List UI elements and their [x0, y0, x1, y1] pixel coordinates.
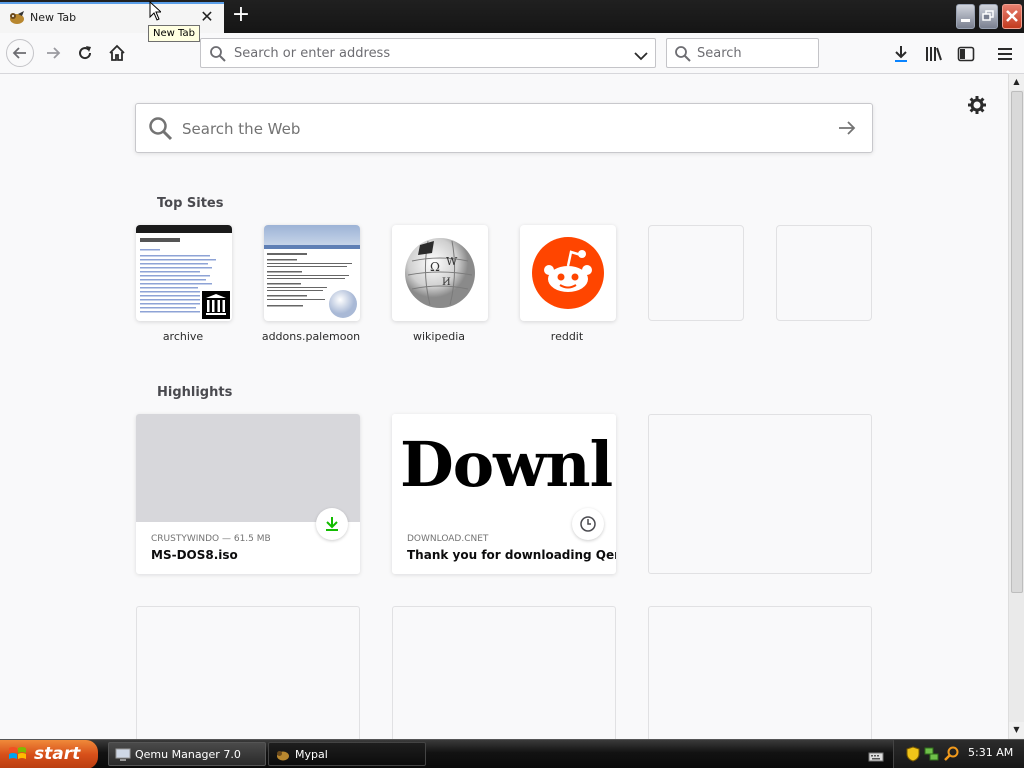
wikipedia-globe-icon: Ω W И — [402, 235, 478, 315]
archive-logo-icon — [200, 289, 232, 321]
forward-icon[interactable] — [40, 40, 66, 66]
highlight-title: Thank you for downloading Qem... — [407, 548, 616, 562]
window-restore-button[interactable] — [979, 4, 998, 29]
scrollbar-thumb[interactable] — [1011, 91, 1023, 593]
highlight-empty-slot — [392, 606, 616, 739]
menu-icon[interactable] — [992, 41, 1018, 67]
palemoon-logo-icon — [326, 287, 360, 321]
new-tab-page: Search the Web Top Sites archive addons.… — [0, 74, 1008, 739]
mouse-cursor-icon — [149, 0, 163, 25]
gear-icon[interactable] — [966, 94, 988, 120]
start-button[interactable]: start — [0, 740, 98, 768]
web-search-box[interactable]: Search the Web — [135, 103, 873, 153]
search-icon — [209, 45, 227, 67]
preview-text: Downl — [400, 428, 613, 501]
top-site-label: wikipedia — [412, 330, 465, 343]
system-tray: 5:31 AM — [893, 740, 1024, 768]
archive-thumbnail-header — [136, 225, 232, 233]
top-site-label: reddit — [550, 330, 584, 343]
top-site-addons-palemoon[interactable] — [264, 225, 360, 321]
tab-title: New Tab — [30, 11, 77, 24]
top-site-archive[interactable] — [136, 225, 232, 321]
mypal-favicon-icon — [8, 10, 26, 26]
start-label: start — [34, 744, 81, 764]
clock-icon — [572, 508, 604, 540]
highlight-card[interactable]: Downl DOWNLOAD.CNET Thank you for downlo… — [392, 414, 616, 574]
svg-text:Ω: Ω — [430, 260, 440, 274]
highlight-empty-slot — [136, 606, 360, 739]
svg-text:W: W — [446, 255, 458, 268]
new-tab-plus-icon[interactable]: + — [230, 4, 252, 26]
search-icon — [148, 116, 174, 146]
highlight-preview: Downl — [392, 414, 616, 522]
address-bar[interactable]: Search or enter address — [200, 38, 656, 68]
back-icon[interactable] — [6, 39, 34, 67]
top-site-empty-slot[interactable] — [648, 225, 744, 321]
search-bar-placeholder: Search — [697, 46, 742, 61]
highlight-empty-slot — [648, 414, 872, 574]
search-icon — [674, 45, 692, 67]
address-bar-placeholder: Search or enter address — [234, 46, 391, 61]
svg-text:И: И — [442, 277, 451, 288]
highlight-context: CRUSTYWINDO — 61.5 MB — [151, 534, 271, 544]
tab-close-icon[interactable]: ✕ — [198, 7, 216, 27]
top-sites-heading: Top Sites — [157, 196, 224, 211]
archive-thumbnail-heading — [140, 238, 180, 242]
task-label: Qemu Manager 7.0 — [135, 748, 241, 761]
library-icon[interactable] — [921, 41, 947, 67]
highlight-card[interactable]: CRUSTYWINDO — 61.5 MB MS-DOS8.iso — [136, 414, 360, 574]
downloads-icon[interactable] — [888, 41, 914, 67]
scroll-down-arrow-icon[interactable]: ▼ — [1009, 722, 1024, 738]
highlight-title: MS-DOS8.iso — [151, 548, 238, 562]
taskbar: start Qemu Manager 7.0 Mypal 5:31 AM — [0, 739, 1024, 768]
shield-icon[interactable] — [906, 746, 920, 766]
palemoon-thumbnail-header — [264, 225, 360, 247]
arrow-right-icon[interactable] — [836, 118, 858, 142]
search-bar[interactable]: Search — [666, 38, 819, 68]
task-qemu-manager[interactable]: Qemu Manager 7.0 — [108, 742, 266, 766]
chevron-down-icon[interactable] — [633, 47, 649, 66]
windows-logo-icon — [8, 745, 28, 767]
top-site-empty-slot[interactable] — [776, 225, 872, 321]
reddit-logo-icon — [531, 236, 605, 314]
highlight-preview — [136, 414, 360, 522]
mypal-app-icon — [275, 747, 291, 766]
web-search-placeholder: Search the Web — [182, 120, 301, 138]
download-icon — [316, 508, 348, 540]
taskbar-clock: 5:31 AM — [968, 746, 1014, 759]
top-site-wikipedia[interactable]: Ω W И — [392, 225, 488, 321]
highlights-heading: Highlights — [157, 385, 233, 400]
task-mypal[interactable]: Mypal — [268, 742, 426, 766]
search-tray-icon[interactable] — [944, 746, 960, 766]
highlight-context: DOWNLOAD.CNET — [407, 534, 489, 544]
tab-tooltip: New Tab — [148, 25, 200, 42]
top-site-reddit[interactable] — [520, 225, 616, 321]
top-site-label: archive — [162, 330, 204, 343]
network-icon[interactable] — [924, 746, 940, 766]
qemu-app-icon — [115, 747, 131, 766]
window-minimize-button[interactable] — [956, 4, 975, 29]
window-close-button[interactable] — [1002, 4, 1022, 29]
sidebar-icon[interactable] — [953, 41, 979, 67]
palemoon-thumbnail-nav — [264, 245, 360, 249]
scroll-up-arrow-icon[interactable]: ▲ — [1009, 74, 1024, 90]
keyboard-icon[interactable] — [868, 748, 884, 767]
top-site-label: addons.palemoon — [261, 330, 361, 343]
home-icon[interactable] — [104, 40, 130, 66]
highlight-empty-slot — [648, 606, 872, 739]
reload-icon[interactable] — [72, 40, 98, 66]
task-label: Mypal — [295, 748, 328, 761]
vertical-scrollbar[interactable]: ▲ ▼ — [1008, 74, 1024, 739]
